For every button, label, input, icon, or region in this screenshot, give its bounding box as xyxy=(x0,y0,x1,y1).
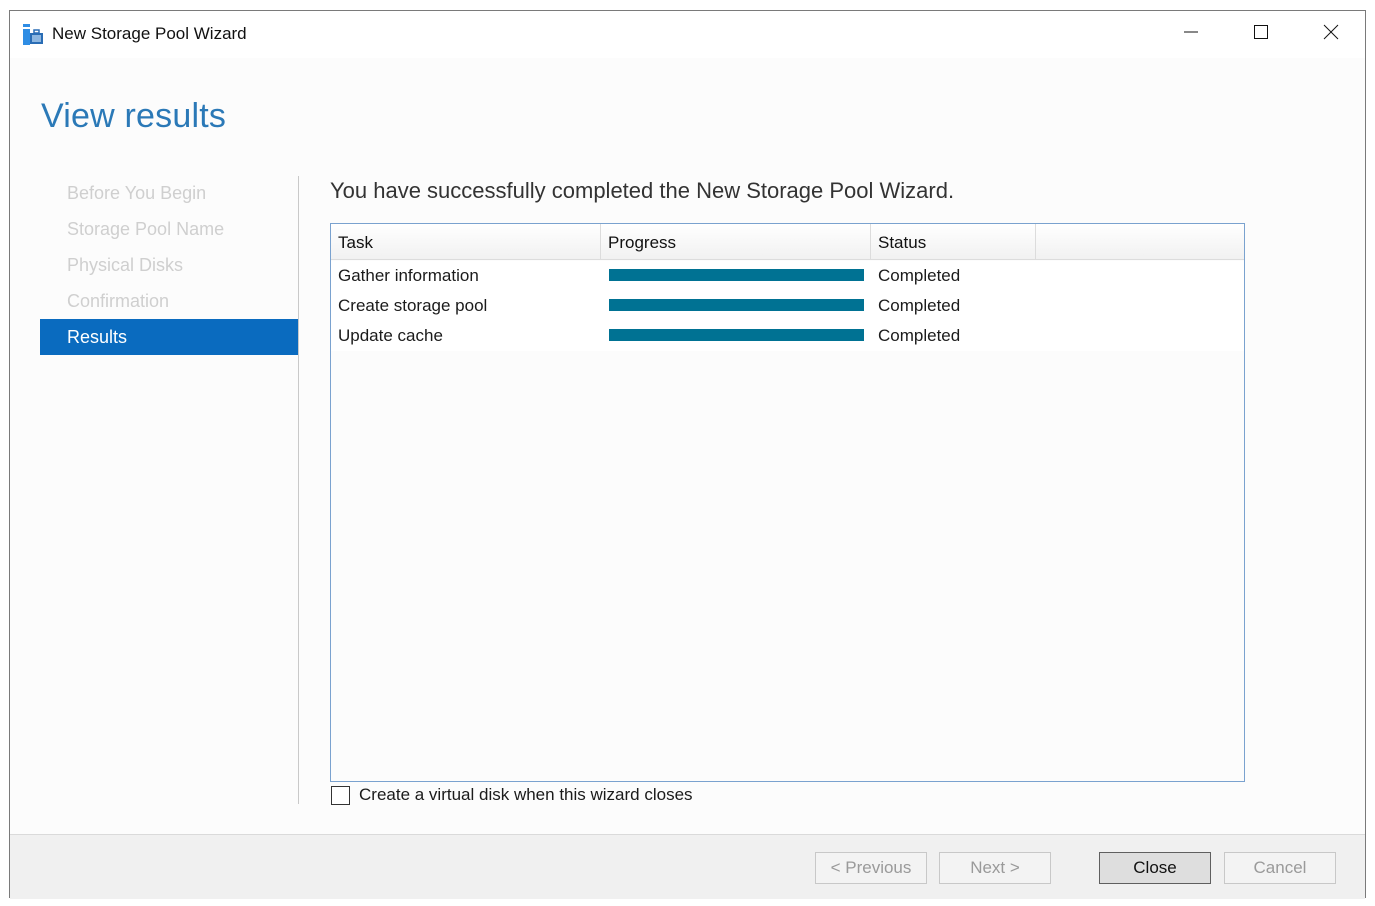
task-status: Completed xyxy=(878,266,961,285)
table-row: Gather information Completed xyxy=(331,261,1244,291)
minimize-button[interactable] xyxy=(1156,11,1226,57)
table-row: Create storage pool Completed xyxy=(331,291,1244,321)
progress-bar-fill xyxy=(609,299,864,311)
storage-pool-icon xyxy=(22,24,44,46)
task-status: Completed xyxy=(878,296,961,315)
next-button[interactable]: Next > xyxy=(939,852,1051,884)
progress-bar-fill xyxy=(609,329,864,341)
progress-bar xyxy=(609,329,864,341)
close-window-button[interactable] xyxy=(1296,11,1366,57)
column-header-status[interactable]: Status xyxy=(871,224,1036,260)
wizard-footer: < Previous Next > Close Cancel xyxy=(10,834,1365,899)
previous-button[interactable]: < Previous xyxy=(815,852,927,884)
progress-bar xyxy=(609,269,864,281)
title-bar: New Storage Pool Wizard xyxy=(10,11,1365,58)
wizard-window: New Storage Pool Wizard View results Bef… xyxy=(9,10,1366,899)
progress-bar xyxy=(609,299,864,311)
maximize-button[interactable] xyxy=(1226,11,1296,57)
completion-message: You have successfully completed the New … xyxy=(330,178,955,203)
table-header: Task Progress Status xyxy=(331,224,1244,260)
create-virtual-disk-option[interactable]: Create a virtual disk when this wizard c… xyxy=(331,784,693,806)
maximize-icon xyxy=(1253,24,1269,45)
window-title: New Storage Pool Wizard xyxy=(52,24,247,43)
nav-step-results[interactable]: Results xyxy=(40,319,298,355)
cancel-button[interactable]: Cancel xyxy=(1224,852,1336,884)
close-button[interactable]: Close xyxy=(1099,852,1211,884)
nav-step-before-you-begin: Before You Begin xyxy=(67,183,207,203)
column-header-progress[interactable]: Progress xyxy=(601,224,871,260)
minimize-icon xyxy=(1183,24,1199,45)
task-results-table: Task Progress Status Gather information … xyxy=(330,223,1245,782)
task-status: Completed xyxy=(878,326,961,345)
progress-bar-fill xyxy=(609,269,864,281)
table-body: Gather information Completed Create stor… xyxy=(331,261,1244,351)
nav-divider xyxy=(298,176,299,804)
create-virtual-disk-label[interactable]: Create a virtual disk when this wizard c… xyxy=(359,785,693,805)
nav-step-physical-disks: Physical Disks xyxy=(67,255,184,275)
table-row: Update cache Completed xyxy=(331,321,1244,351)
wizard-steps-nav: Before You Begin Storage Pool Name Physi… xyxy=(40,175,298,355)
task-name: Create storage pool xyxy=(338,296,488,315)
task-name: Gather information xyxy=(338,266,479,285)
nav-step-storage-pool-name: Storage Pool Name xyxy=(67,219,225,239)
column-header-empty xyxy=(1036,224,1244,260)
column-header-task[interactable]: Task xyxy=(331,224,601,260)
page-title: View results xyxy=(41,97,227,135)
close-icon xyxy=(1323,24,1339,45)
task-name: Update cache xyxy=(338,326,443,345)
nav-step-confirmation: Confirmation xyxy=(67,291,170,311)
create-virtual-disk-checkbox[interactable] xyxy=(331,785,350,805)
